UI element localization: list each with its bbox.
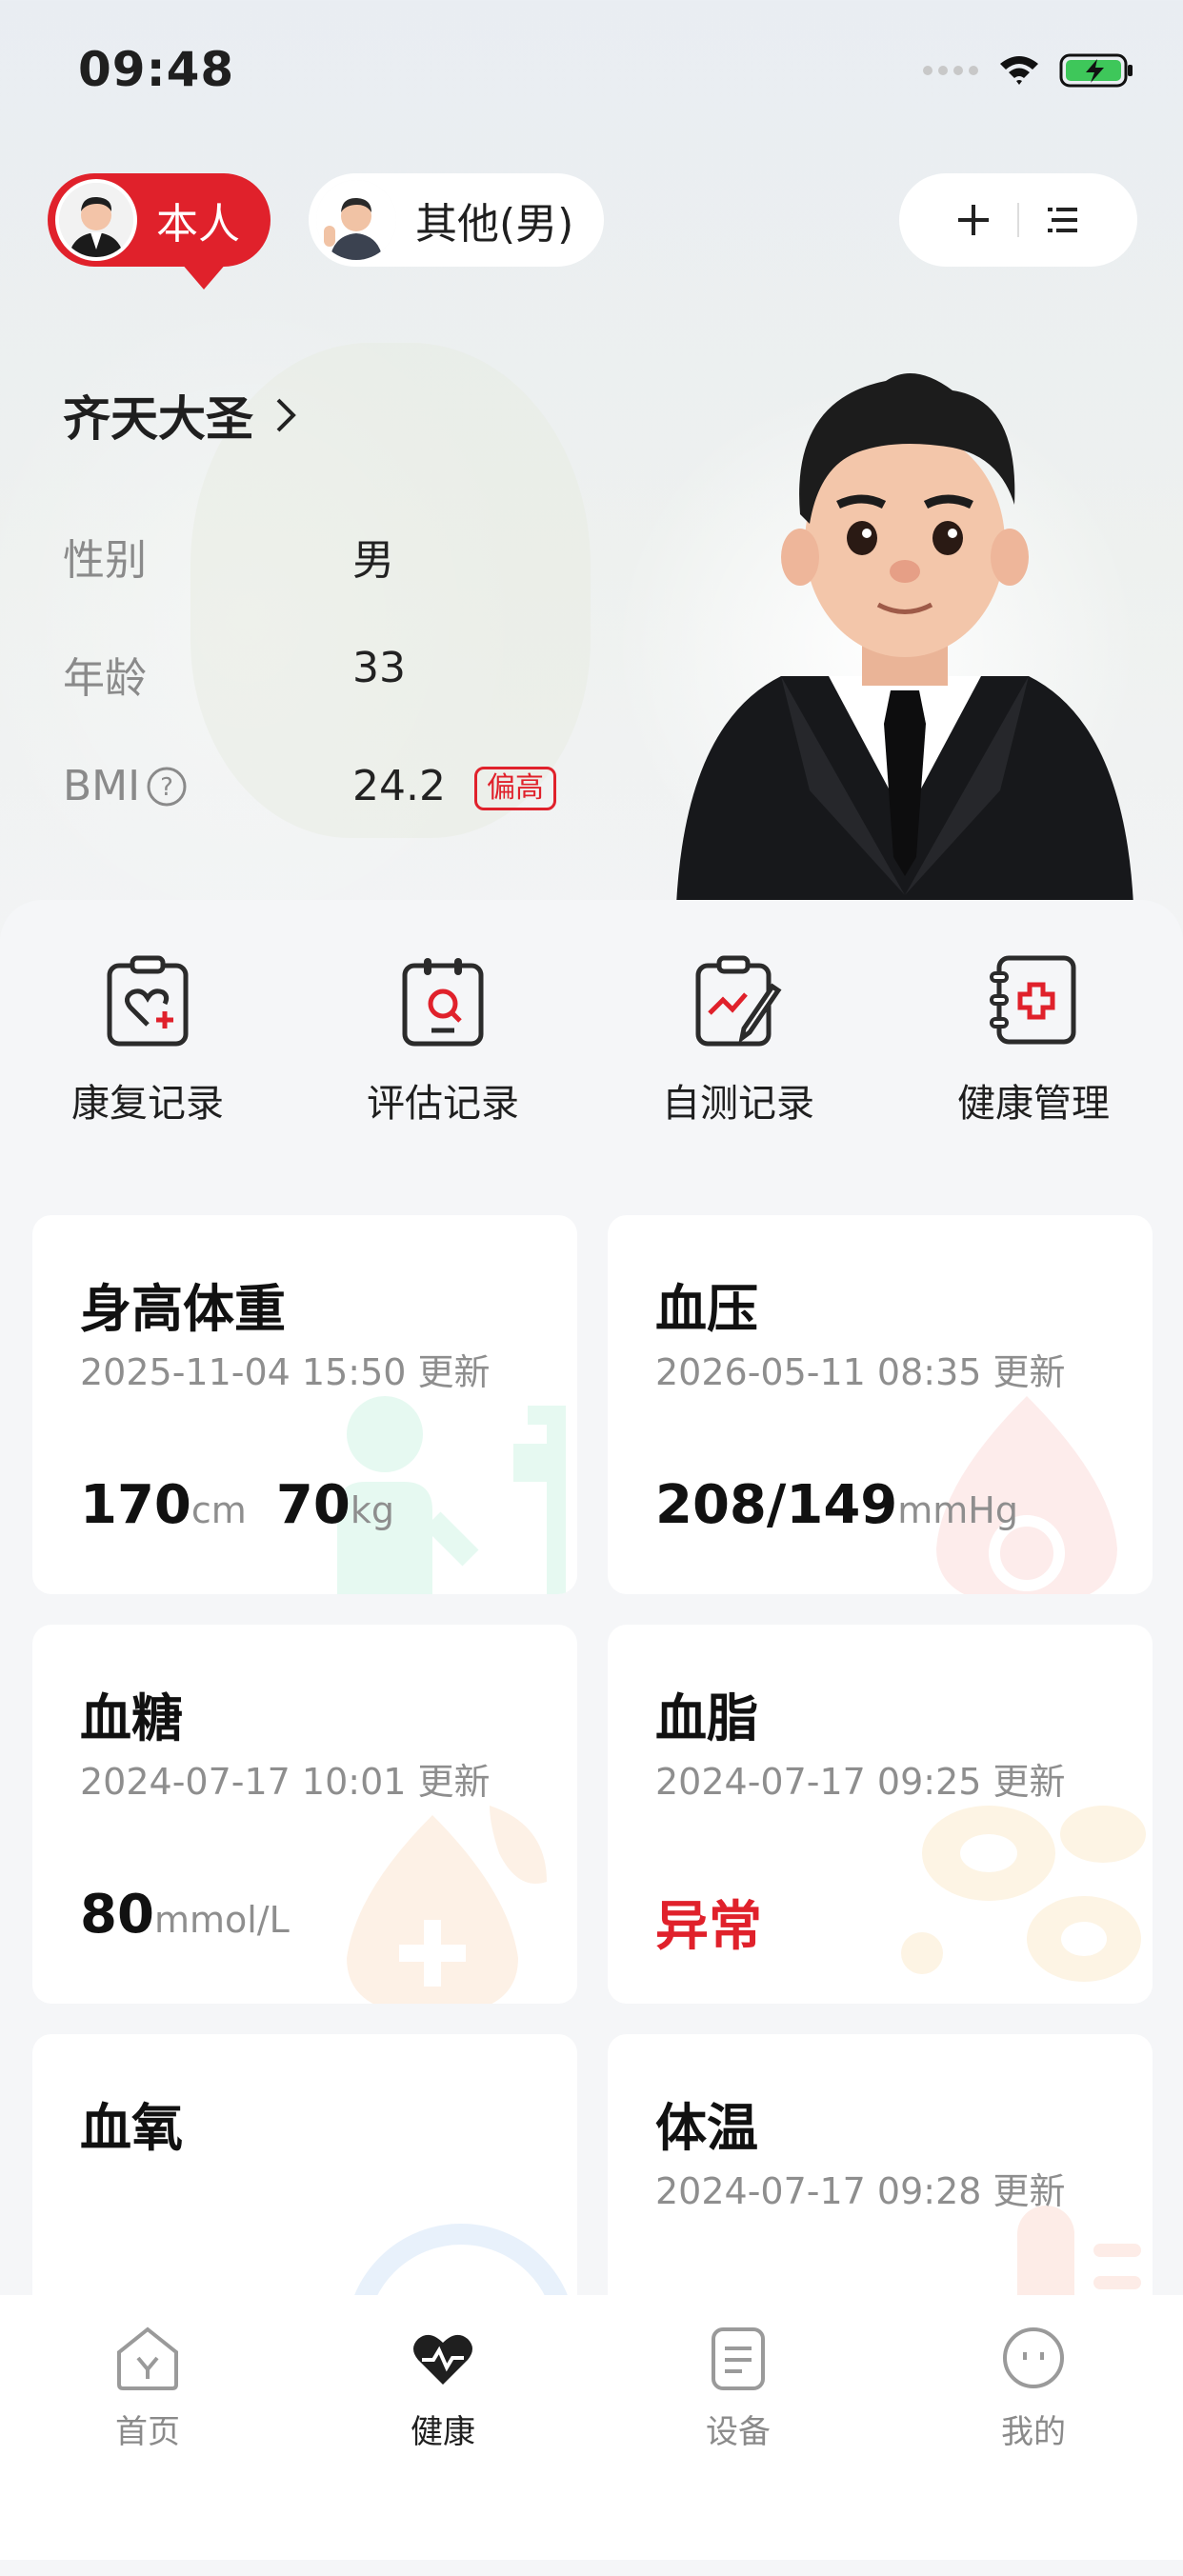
quick-action-health-management[interactable]: 健康管理: [938, 952, 1129, 1128]
heart-pulse-icon: [413, 2334, 472, 2385]
bmi-value-row: 24.2 偏高: [352, 762, 556, 810]
gender-label: 性别: [63, 536, 147, 585]
card-title: 血糖: [80, 1688, 183, 1748]
chevron-right-icon: [276, 398, 296, 432]
blood-sugar-unit: mmol/L: [153, 1899, 290, 1941]
bmi-status-badge: 偏高: [473, 767, 556, 810]
card-title: 体温: [655, 2098, 758, 2158]
tab-devices[interactable]: 设备: [643, 2324, 833, 2452]
search-clipboard-icon: [402, 958, 484, 1047]
card-value: 异常: [655, 1884, 762, 1961]
status-icons: [922, 51, 1135, 90]
tab-label: 设备: [706, 2413, 771, 2451]
blood-sugar-drop-icon: [347, 1806, 547, 2004]
quick-action-label: 健康管理: [957, 1082, 1110, 1126]
list-menu-icon[interactable]: [1046, 203, 1080, 237]
bmi-value: 24.2: [352, 762, 446, 810]
card-update-time: 2025-11-04 15:50 更新: [80, 1351, 491, 1393]
avatar: [316, 180, 396, 260]
chart-pen-clipboard-icon: [695, 955, 782, 1047]
card-blood-lipid[interactable]: 血脂 2024-07-17 09:25 更新 异常: [608, 1625, 1153, 2004]
card-value: 170cm 70kg: [80, 1474, 394, 1536]
profile-name: 齐天大圣: [63, 391, 253, 447]
card-title: 身高体重: [80, 1279, 286, 1339]
profile-chip-other-label: 其他(男): [415, 200, 574, 249]
battery-icon: [1059, 53, 1133, 88]
profile-face-icon: [1003, 2327, 1064, 2388]
card-value: 208/149mmHg: [655, 1474, 1018, 1536]
weight-value: 70: [275, 1474, 351, 1536]
card-update-time: 2024-07-17 10:01 更新: [80, 1761, 491, 1803]
home-icon: [117, 2326, 178, 2390]
tab-label: 健康: [411, 2413, 475, 2451]
quick-action-assessment-records[interactable]: 评估记录: [348, 952, 538, 1128]
medical-folder-icon: [990, 955, 1076, 1045]
tab-label: 我的: [1001, 2413, 1066, 2451]
lipid-cells-icon: [901, 1806, 1146, 1982]
card-update-time: 2026-05-11 08:35 更新: [655, 1351, 1066, 1393]
profile-name-link[interactable]: 齐天大圣: [63, 381, 297, 449]
blood-sugar-value: 80: [80, 1884, 154, 1946]
character-illustration: [676, 373, 1133, 905]
quick-action-label: 评估记录: [367, 1082, 519, 1126]
card-title: 血脂: [655, 1688, 758, 1748]
wifi-icon: [1000, 56, 1038, 85]
quick-action-label: 自测记录: [662, 1082, 814, 1126]
help-icon[interactable]: ?: [146, 766, 188, 808]
tab-home[interactable]: 首页: [52, 2324, 243, 2452]
height-value: 170: [80, 1474, 191, 1536]
card-title: 血压: [655, 1279, 758, 1339]
age-label: 年龄: [63, 654, 147, 703]
profile-actions: [899, 173, 1137, 267]
divider: [1017, 203, 1019, 237]
profile-chip-self-label: 本人: [156, 200, 240, 249]
blood-lipid-status: 异常: [655, 1896, 762, 1958]
card-blood-sugar[interactable]: 血糖 2024-07-17 10:01 更新 80mmol/L: [32, 1625, 577, 2004]
quick-action-label: 康复记录: [71, 1082, 224, 1126]
profile-chip-other[interactable]: 其他(男): [309, 173, 604, 267]
card-update-time: 2024-07-17 09:28 更新: [655, 2170, 1066, 2212]
blood-pressure-unit: mmHg: [897, 1489, 1018, 1531]
blood-pressure-value: 208/149: [655, 1474, 898, 1536]
card-blood-pressure[interactable]: 血压 2026-05-11 08:35 更新 208/149mmHg: [608, 1215, 1153, 1594]
avatar: [55, 179, 137, 261]
device-icon: [712, 2327, 765, 2390]
card-height-weight[interactable]: 身高体重 2025-11-04 15:50 更新 170cm 70kg: [32, 1215, 577, 1594]
heart-clipboard-icon: [107, 955, 189, 1047]
quick-action-rehab-records[interactable]: 康复记录: [52, 952, 243, 1128]
svg-text:?: ?: [160, 773, 173, 802]
add-icon[interactable]: [956, 203, 991, 237]
card-value: 80mmol/L: [80, 1884, 290, 1946]
bmi-label: BMI: [63, 762, 141, 810]
weight-unit: kg: [350, 1489, 394, 1531]
signal-icon: [923, 66, 978, 75]
card-blood-oxygen[interactable]: 血氧: [32, 2034, 577, 2339]
tab-health[interactable]: 健康: [348, 2324, 538, 2452]
profile-chip-self[interactable]: 本人: [48, 173, 271, 290]
age-value: 33: [352, 644, 406, 692]
bmi-label-row: BMI ?: [63, 762, 188, 810]
status-time: 09:48: [78, 42, 235, 97]
quick-action-self-test-records[interactable]: 自测记录: [643, 952, 833, 1128]
card-title: 血氧: [80, 2098, 183, 2158]
card-update-time: 2024-07-17 09:25 更新: [655, 1761, 1066, 1803]
card-temperature[interactable]: 体温 2024-07-17 09:28 更新: [608, 2034, 1153, 2339]
tab-mine[interactable]: 我的: [938, 2324, 1129, 2452]
tab-label: 首页: [115, 2413, 180, 2451]
height-unit: cm: [190, 1489, 247, 1531]
gender-value: 男: [352, 536, 394, 585]
